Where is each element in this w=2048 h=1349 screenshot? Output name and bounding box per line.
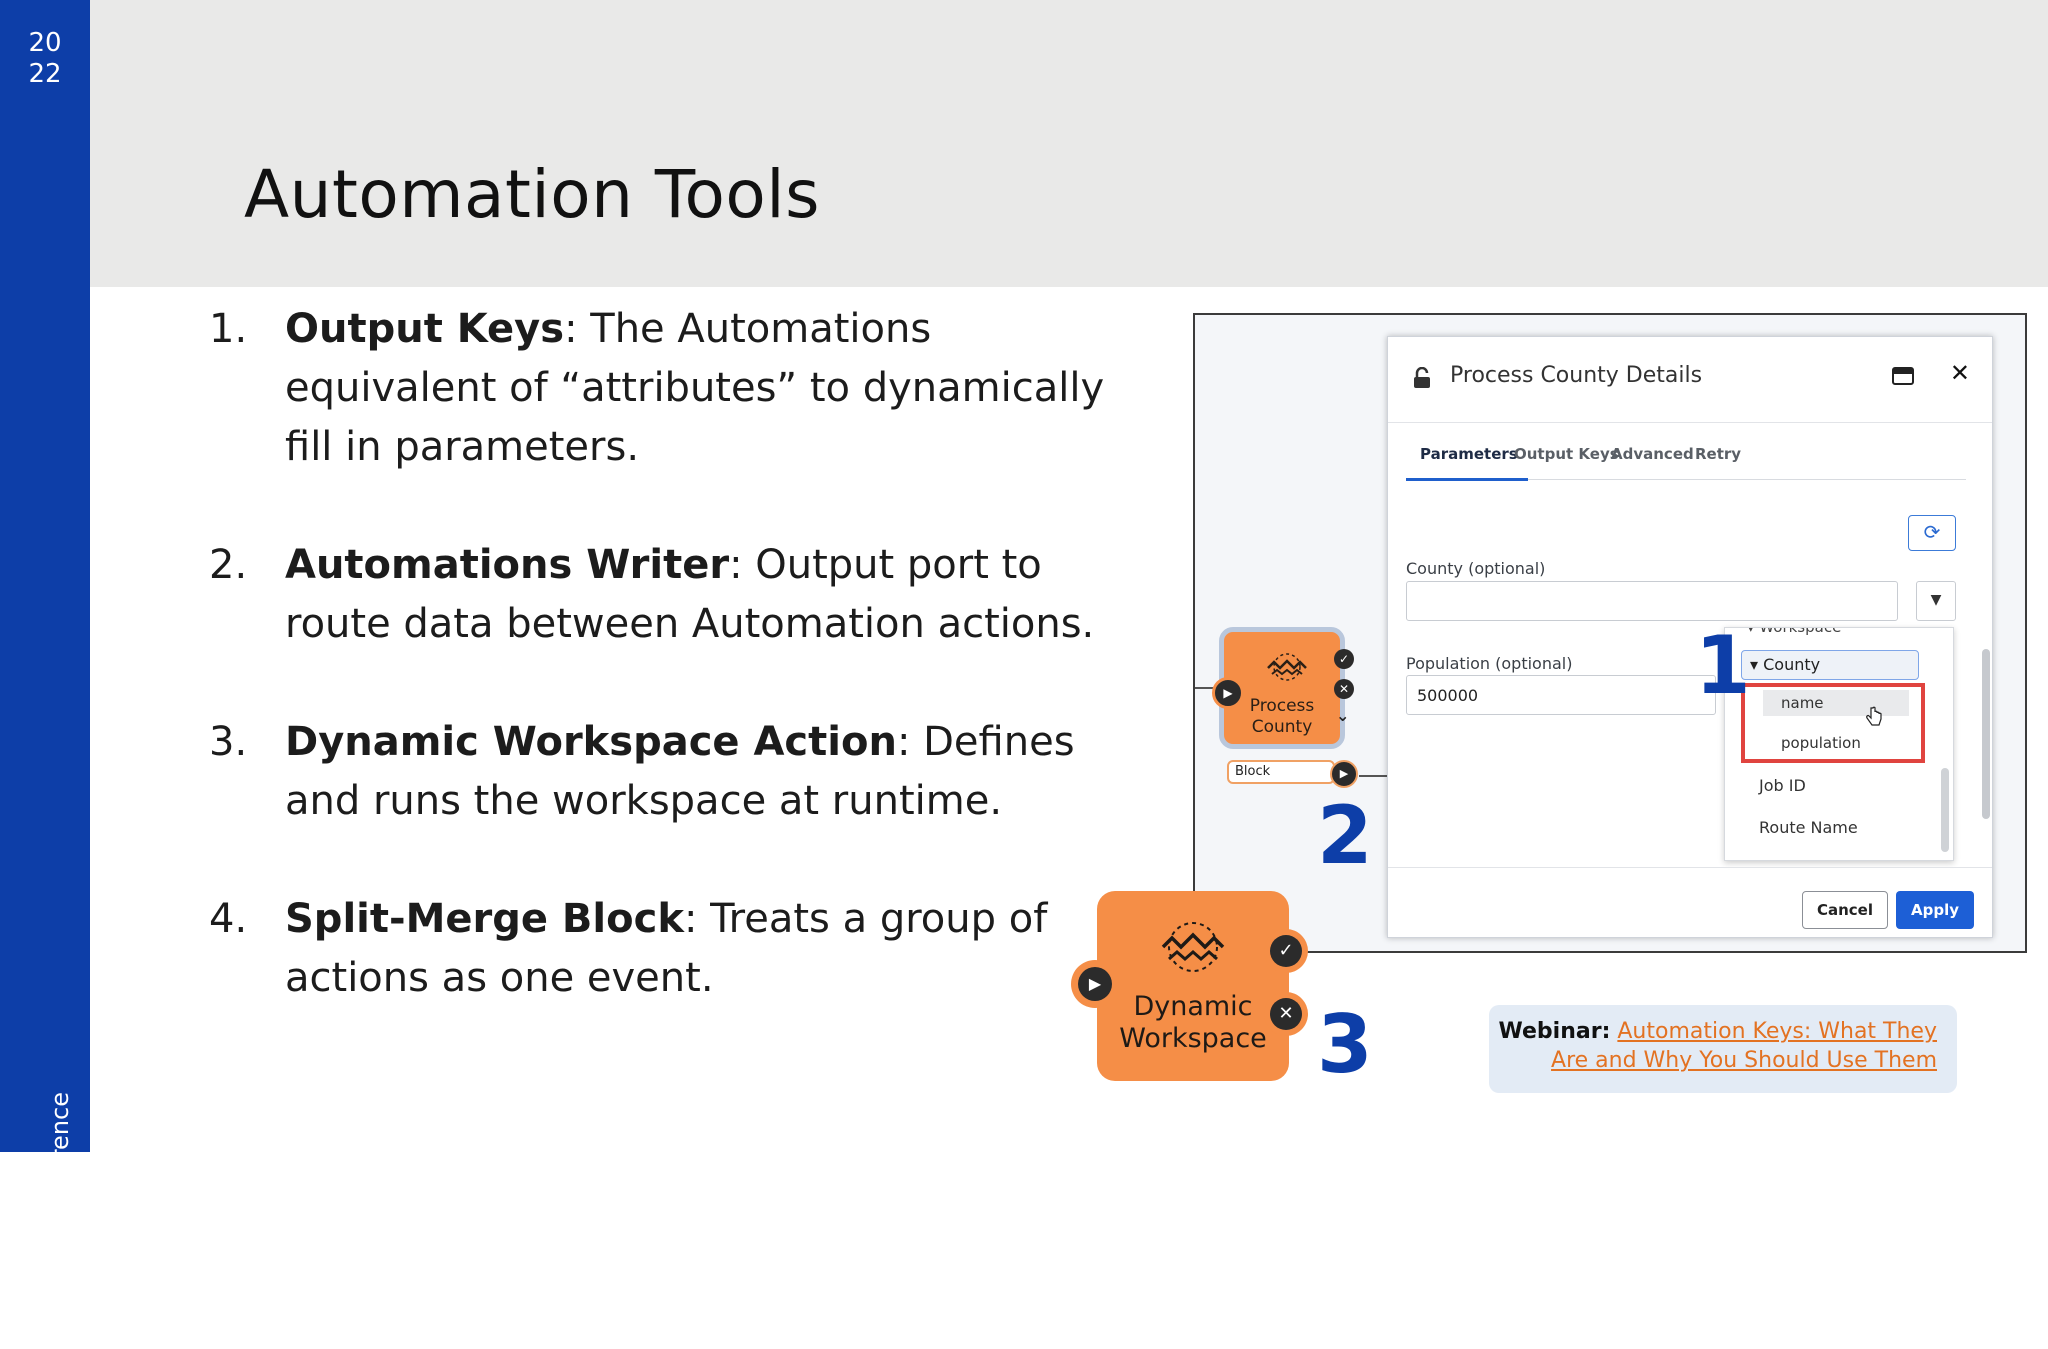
block-label: Block — [1227, 760, 1335, 784]
list-number: 1. — [209, 306, 248, 352]
fme-logo-icon — [1267, 653, 1307, 681]
block-output-port-icon[interactable]: ▶ — [1330, 760, 1358, 788]
lock-icon — [1414, 367, 1430, 388]
x-circle-icon[interactable]: ✕ — [1270, 998, 1302, 1030]
webinar-callout: Webinar: Automation Keys: What They Are … — [1489, 1005, 1957, 1093]
input-port-icon[interactable]: ▶ — [1212, 677, 1244, 709]
list-term: Split-Merge Block — [285, 896, 684, 942]
dynamic-node-label: Dynamic Workspace — [1097, 991, 1289, 1055]
county-dropdown-button[interactable]: ▼ — [1916, 581, 1956, 621]
list-item: 3. Dynamic Workspace Action: Defines and… — [205, 713, 1105, 831]
dialog-title: Process County Details — [1450, 363, 1703, 388]
play-icon[interactable]: ▶ — [1078, 967, 1112, 1001]
list-number: 2. — [209, 542, 248, 588]
process-node-label-line2: County — [1251, 717, 1313, 737]
list-number: 4. — [209, 896, 248, 942]
check-icon[interactable]: ✓ — [1270, 935, 1302, 967]
conference-label: FME User Conference — [46, 1092, 74, 1349]
menu-item-job-id[interactable]: Job ID — [1759, 776, 1806, 795]
population-label: Population (optional) — [1406, 654, 1573, 673]
menu-scrollbar[interactable] — [1941, 768, 1949, 852]
marker-1: 1 — [1695, 619, 1751, 712]
year-label: 20 22 — [0, 28, 90, 90]
highlight-box — [1741, 683, 1925, 763]
list-item: 2. Automations Writer: Output port to ro… — [205, 536, 1105, 654]
sidebar: 20 22 FME User Conference — [0, 0, 90, 1349]
dynamic-node-label-line2: Workspace — [1119, 1023, 1267, 1054]
webinar-text: Webinar: Automation Keys: What They Are … — [1497, 1017, 1937, 1075]
dialog-header: Process County Details ✕ — [1388, 337, 1992, 423]
caret-down-icon: ▼ — [1930, 592, 1942, 608]
dialog-tabs: Parameters Output Keys Advanced Retry — [1406, 445, 1966, 481]
tab-advanced[interactable]: Advanced — [1611, 445, 1694, 463]
menu-item-route-name[interactable]: Route Name — [1759, 818, 1858, 837]
county-label: County (optional) — [1406, 559, 1546, 578]
menu-item-county[interactable]: ▾ County — [1741, 650, 1919, 680]
county-field[interactable] — [1406, 581, 1898, 621]
tab-retry[interactable]: Retry — [1695, 445, 1741, 463]
tab-parameters[interactable]: Parameters — [1420, 445, 1518, 463]
connector-line — [1359, 775, 1389, 777]
failure-port-icon[interactable]: ✕ — [1334, 679, 1354, 699]
close-icon[interactable]: ✕ — [1950, 359, 1970, 387]
marker-3: 3 — [1317, 998, 1373, 1091]
menu-group-workspace: ▾ Workspace — [1747, 627, 1842, 636]
webinar-prefix: Webinar: — [1498, 1019, 1611, 1044]
slide-title: Automation Tools — [244, 156, 820, 233]
active-tab-indicator — [1406, 478, 1528, 481]
process-node-label: Process County — [1224, 696, 1340, 738]
menu-item-county-label: County — [1763, 655, 1821, 674]
list-term: Output Keys — [285, 306, 565, 352]
webinar-link-line2[interactable]: Are and Why You Should Use Them — [1551, 1048, 1937, 1073]
year-bottom: 22 — [28, 59, 62, 89]
apply-button[interactable]: Apply — [1896, 891, 1974, 929]
list-item: 4. Split-Merge Block: Treats a group of … — [205, 890, 1105, 1008]
marker-2: 2 — [1317, 789, 1373, 882]
dynamic-node-label-line1: Dynamic — [1133, 991, 1253, 1022]
maximize-icon[interactable] — [1892, 367, 1914, 385]
webinar-link-line1[interactable]: Automation Keys: What They — [1617, 1019, 1937, 1044]
population-field[interactable]: 500000 — [1406, 675, 1716, 715]
list-item: 1. Output Keys: The Automations equivale… — [205, 300, 1105, 477]
process-county-dialog: Process County Details ✕ Parameters Outp… — [1387, 336, 1993, 938]
list-term: Dynamic Workspace Action — [285, 719, 897, 765]
list-number: 3. — [209, 719, 248, 765]
dialog-scrollbar[interactable] — [1982, 649, 1990, 819]
tab-output-keys[interactable]: Output Keys — [1514, 445, 1619, 463]
cancel-button[interactable]: Cancel — [1802, 891, 1888, 929]
fme-logo-icon — [1161, 922, 1225, 972]
refresh-icon: ⟳ — [1923, 520, 1941, 544]
list-term: Automations Writer — [285, 542, 730, 588]
chevron-down-icon[interactable]: ⌄ — [1336, 706, 1349, 725]
footer-divider — [1388, 867, 1992, 868]
dynamic-workspace-node[interactable]: Dynamic Workspace — [1097, 891, 1289, 1081]
menu-group-label: Workspace — [1759, 627, 1842, 636]
header-band — [90, 0, 2048, 287]
year-top: 20 — [28, 28, 62, 58]
tool-list: 1. Output Keys: The Automations equivale… — [205, 300, 1105, 1067]
refresh-button[interactable]: ⟳ — [1908, 515, 1956, 551]
success-port-icon[interactable]: ✓ — [1334, 649, 1354, 669]
